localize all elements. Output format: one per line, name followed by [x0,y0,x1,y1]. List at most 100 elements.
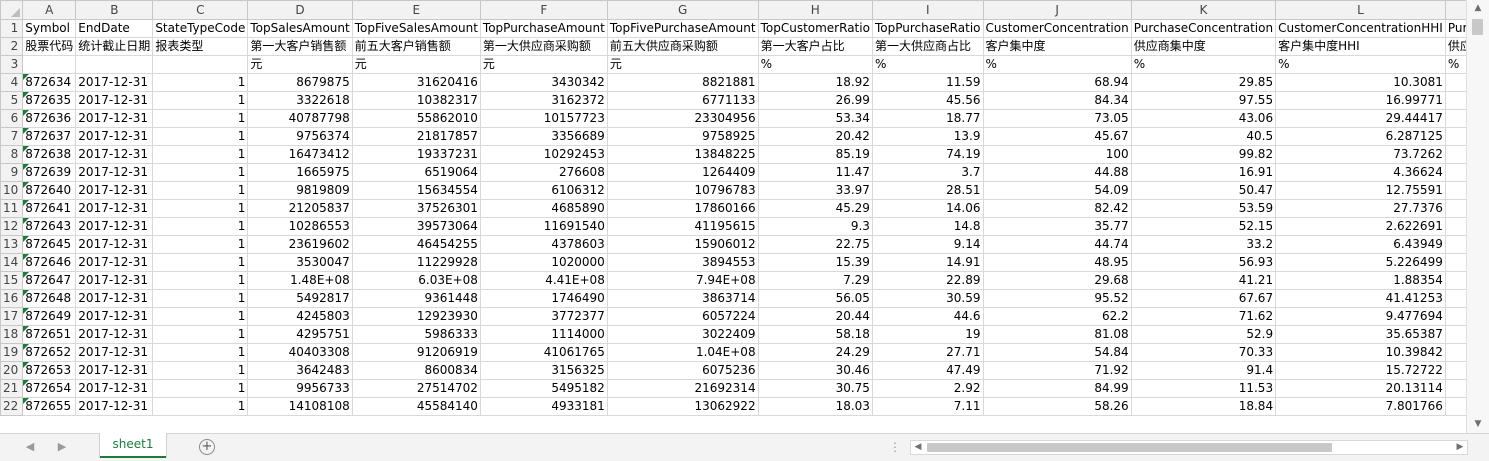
cell[interactable]: 62.2 [982,307,1132,326]
cell[interactable]: 4295751 [247,325,353,344]
cell[interactable]: 9956733 [247,379,353,398]
cell[interactable]: 872639 [22,163,77,182]
cell[interactable]: 15906012 [606,235,759,254]
cell[interactable]: 71.62 [1130,307,1277,326]
cell[interactable]: 3530047 [247,253,353,272]
cell[interactable]: 30.46 [757,361,873,380]
cell[interactable]: 客户集中度 [982,37,1132,56]
cell[interactable]: 872649 [22,307,77,326]
cell[interactable]: 第一大供应商采购额 [479,37,608,56]
chevron-left-icon[interactable]: ◀ [22,439,38,455]
cell[interactable]: 9.477694 [1275,307,1446,326]
cell[interactable]: 37526301 [351,199,481,218]
cell[interactable]: 6.763563 [1444,253,1466,272]
cell[interactable]: 2017-12-31 [75,253,154,272]
row-header[interactable]: 9 [0,163,24,182]
horizontal-scrollbar[interactable]: ◀ ▶ [910,440,1468,455]
cell[interactable]: 2017-12-31 [75,343,154,362]
cell[interactable]: 1 [152,91,249,110]
cell[interactable]: % [1444,55,1466,74]
cell[interactable]: 55862010 [351,109,481,128]
cell[interactable]: 11.53 [1130,379,1277,398]
cell[interactable]: 91206919 [351,343,481,362]
cell[interactable]: PurchaseConcentration [1130,19,1277,38]
column-header-F[interactable]: F [479,0,608,20]
cell[interactable]: 21817857 [351,127,481,146]
cell[interactable]: 872638 [22,145,77,164]
vertical-scrollbar[interactable]: ▲ ▼ [1466,0,1489,433]
cell[interactable]: 26.99 [757,91,873,110]
row-header[interactable]: 3 [0,55,24,74]
cell[interactable]: 872653 [22,361,77,380]
cell[interactable]: 3356689 [479,127,608,146]
cell[interactable]: 18.77 [871,109,984,128]
cell[interactable]: 4933181 [479,397,608,416]
cell[interactable]: 1.88354 [1275,271,1446,290]
cell[interactable]: 6771133 [606,91,759,110]
spreadsheet-grid[interactable]: ABCDEFGHIJKLMNOPQRST 1SymbolEndDateState… [0,0,1466,433]
cell[interactable]: 56.93 [1130,253,1277,272]
cell[interactable]: 84.34 [982,91,1132,110]
cell[interactable]: 18.03 [757,397,873,416]
cell[interactable]: 16.99771 [1275,91,1446,110]
cell[interactable]: 14108108 [247,397,353,416]
column-header-B[interactable]: B [75,0,154,20]
cell[interactable]: 0.573831 [1444,163,1466,182]
cell[interactable]: 10.13402 [1444,181,1466,200]
cell[interactable]: 872643 [22,217,77,236]
cell[interactable]: 276608 [479,163,608,182]
row-header[interactable]: 4 [0,73,24,92]
cell[interactable]: 44.74 [982,235,1132,254]
cell[interactable]: 6106312 [479,181,608,200]
cell[interactable]: 0.277359 [1444,379,1466,398]
cell[interactable]: 1 [152,181,249,200]
column-header-K[interactable]: K [1130,0,1277,20]
cell[interactable]: 73.05 [982,109,1132,128]
cell[interactable]: 元 [479,55,608,74]
cell[interactable]: 872635 [22,91,77,110]
plus-circle-icon[interactable]: + [199,439,215,455]
row-header[interactable]: 13 [0,235,24,254]
cell[interactable]: 2017-12-31 [75,379,154,398]
cell[interactable]: 1665975 [247,163,353,182]
more-dots-icon[interactable]: ⋮ [889,440,901,454]
cell[interactable]: 56.05 [757,289,873,308]
cell[interactable]: 1.04E+08 [606,343,759,362]
cell[interactable]: 46454255 [351,235,481,254]
column-header-G[interactable]: G [606,0,759,20]
triangle-down-icon[interactable]: ▼ [1467,416,1489,433]
row-header[interactable]: 17 [0,307,24,326]
cell[interactable]: 0.852652 [1444,397,1466,416]
cell[interactable]: 6.287125 [1275,127,1446,146]
cell[interactable]: 1 [152,379,249,398]
cell[interactable]: 8821881 [606,73,759,92]
cell[interactable]: 2017-12-31 [75,127,154,146]
cell[interactable]: 股票代码 [22,37,77,56]
cell[interactable]: 872646 [22,253,77,272]
cell[interactable]: 报表类型 [152,37,249,56]
cell[interactable]: 2017-12-31 [75,271,154,290]
cell[interactable]: 73.7262 [1275,145,1446,164]
cell[interactable]: TopPurchaseRatio [871,19,984,38]
cell[interactable]: 12923930 [351,307,481,326]
row-header[interactable]: 14 [0,253,24,272]
cell[interactable]: 3642483 [247,361,353,380]
cell[interactable]: 872648 [22,289,77,308]
cell[interactable]: 53.34 [757,109,873,128]
cell[interactable]: 11.47 [757,163,873,182]
cell[interactable]: CustomerConcentrationHHI [1275,19,1446,38]
cell[interactable]: 1 [152,145,249,164]
cell[interactable]: 1 [152,217,249,236]
cell[interactable]: 13.9 [871,127,984,146]
cell[interactable]: 1 [152,361,249,380]
cell[interactable]: 85.19 [757,145,873,164]
row-header[interactable]: 7 [0,127,24,146]
cell[interactable]: 58.95833 [1444,145,1466,164]
column-header-J[interactable]: J [982,0,1132,20]
cell[interactable]: 18.84 [1130,397,1277,416]
cell[interactable]: 2017-12-31 [75,307,154,326]
cell[interactable]: 7.11 [871,397,984,416]
cell[interactable]: % [1275,55,1446,74]
cell[interactable]: 1 [152,289,249,308]
cell[interactable]: 2017-12-31 [75,145,154,164]
